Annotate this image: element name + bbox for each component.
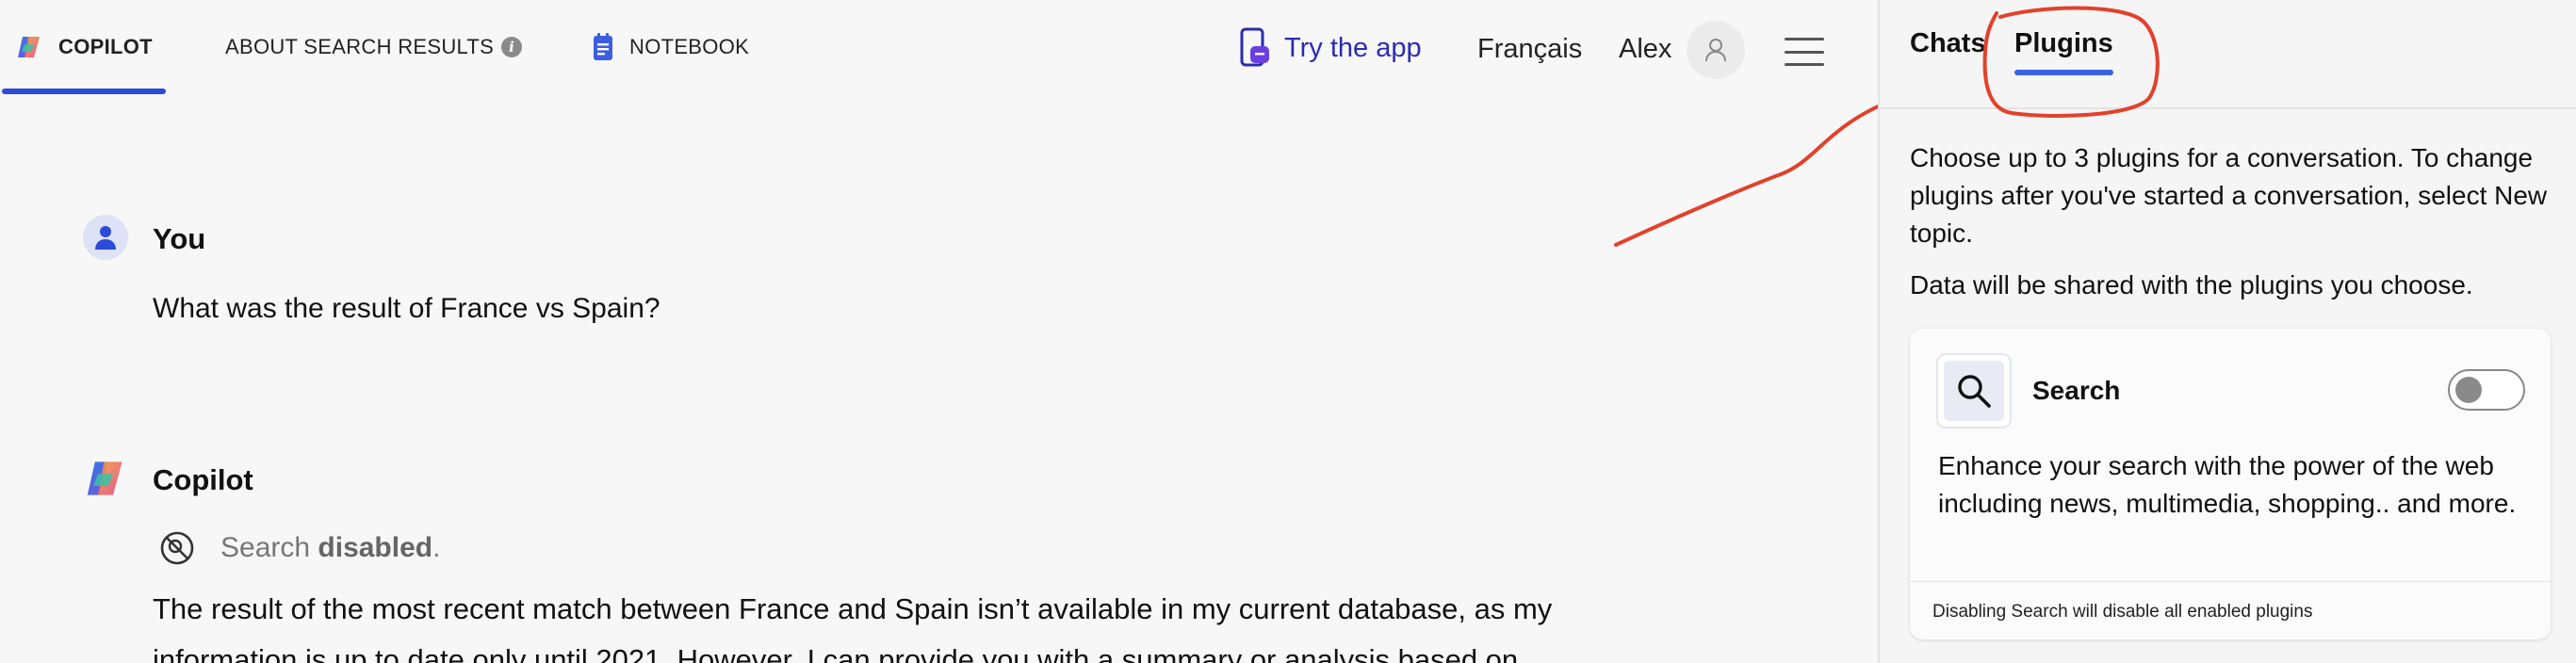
- search-status-prefix: Search: [220, 532, 311, 563]
- active-tab-indicator: [2, 89, 166, 94]
- user-icon: [1705, 39, 1726, 62]
- search-status-state: disabled: [318, 532, 433, 563]
- card-divider: [1910, 581, 2551, 582]
- user-speaker-name: You: [153, 222, 206, 255]
- avatar[interactable]: [1687, 21, 1745, 79]
- annotation-arrow: [1614, 104, 1878, 247]
- toggle-knob: [2455, 377, 2482, 403]
- copilot-logo-icon: [15, 33, 43, 61]
- menu-icon[interactable]: [1785, 38, 1824, 66]
- plugin-description: Enhance your search with the power of th…: [1938, 451, 2517, 518]
- chat-main-area: COPILOT ABOUT SEARCH RESULTS i NOTEBOOK: [0, 0, 1878, 663]
- panel-tabs: Chats Plugins: [1880, 0, 2576, 118]
- plugins-share-note: Data will be shared with the plugins you…: [1910, 270, 2473, 299]
- tab-notebook-label: NOTEBOOK: [629, 35, 750, 58]
- search-status-suffix: .: [432, 532, 441, 563]
- plugin-search-toggle[interactable]: [2448, 369, 2525, 411]
- plugin-search-icon: [1936, 353, 2012, 429]
- plugin-card-search: Search Enhance your search with the powe…: [1910, 329, 2551, 639]
- copilot-logo-icon: [83, 456, 128, 501]
- side-panel: Chats Plugins Choose up to 3 plugins for…: [1878, 0, 2576, 663]
- tab-notebook[interactable]: NOTEBOOK: [592, 0, 749, 94]
- assistant-speaker-name: Copilot: [153, 463, 253, 496]
- phone-app-icon: [1239, 27, 1271, 69]
- tab-copilot-label: COPILOT: [58, 35, 153, 58]
- tab-about-label: ABOUT SEARCH RESULTS: [225, 35, 495, 58]
- search-disabled-icon: [158, 529, 196, 567]
- tab-about-search-results[interactable]: ABOUT SEARCH RESULTS i: [225, 0, 523, 94]
- plugin-name: Search: [2032, 376, 2121, 405]
- plugin-footer-note: Disabling Search will disable all enable…: [1932, 602, 2313, 622]
- plugins-description: Choose up to 3 plugins for a conversatio…: [1910, 143, 2548, 248]
- language-switch[interactable]: Français: [1477, 34, 1582, 65]
- user-name[interactable]: Alex: [1619, 34, 1671, 65]
- annotation-circle: [1982, 6, 2160, 118]
- tab-copilot[interactable]: COPILOT: [2, 0, 166, 94]
- user-message: What was the result of France vs Spain?: [153, 293, 660, 324]
- assistant-answer: The result of the most recent match betw…: [153, 592, 1553, 663]
- try-the-app-label: Try the app: [1284, 32, 1422, 63]
- notebook-icon: [592, 32, 614, 62]
- try-the-app-link[interactable]: Try the app: [1239, 24, 1422, 72]
- user-avatar-icon: [83, 215, 128, 260]
- search-icon: [1958, 375, 1991, 408]
- search-status: Search disabled.: [158, 527, 440, 569]
- info-icon[interactable]: i: [501, 37, 523, 57]
